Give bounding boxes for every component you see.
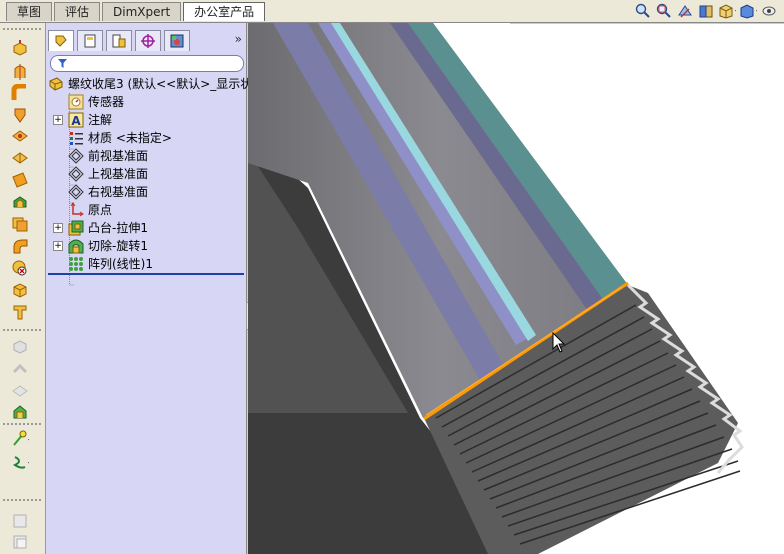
property-manager-icon[interactable] bbox=[77, 30, 103, 51]
instant3d-icon bbox=[13, 514, 27, 528]
tab-dimxpert[interactable]: DimXpert bbox=[102, 2, 182, 21]
extruded-cut-icon[interactable] bbox=[11, 106, 29, 124]
expand-toggle[interactable]: + bbox=[53, 115, 63, 125]
tree-item-label: 材质 <未指定> bbox=[88, 131, 172, 145]
tree-item-label: 前视基准面 bbox=[88, 149, 149, 163]
view-orientation-icon[interactable] bbox=[718, 3, 736, 19]
toolbar-grip[interactable] bbox=[3, 329, 41, 334]
tree-item-label: 传感器 bbox=[88, 95, 125, 109]
cut-revolve-icon bbox=[68, 239, 84, 254]
svg-text:A: A bbox=[71, 114, 81, 128]
intersect-icon[interactable] bbox=[11, 303, 29, 321]
origin-icon bbox=[70, 202, 84, 217]
revolved-boss-icon[interactable] bbox=[11, 63, 29, 81]
draft-icon[interactable] bbox=[11, 237, 29, 255]
tab-office-products[interactable]: 办公室产品 bbox=[183, 2, 266, 21]
graphics-viewport[interactable] bbox=[248, 23, 784, 554]
curves-icon[interactable] bbox=[11, 430, 29, 448]
boss-extrude-icon bbox=[68, 220, 84, 236]
mouse-cursor-icon bbox=[552, 332, 566, 353]
toolbar-grip[interactable] bbox=[3, 423, 41, 428]
dome-icon[interactable] bbox=[11, 281, 29, 299]
tree-item-label: 注解 bbox=[88, 113, 113, 127]
toolbar-grip[interactable] bbox=[3, 499, 41, 504]
tree-item-label: 右视基准面 bbox=[88, 185, 149, 199]
linear-pattern-icon bbox=[69, 257, 83, 271]
feature-manager-panel: » 螺纹收尾3 (默认<<默认>_显示状 传感器 + A 注解 材质 <未指定>… bbox=[46, 23, 252, 554]
configuration-manager-icon[interactable] bbox=[106, 30, 132, 51]
part-icon bbox=[49, 77, 63, 91]
plane-icon bbox=[68, 166, 84, 182]
sensor-icon bbox=[68, 94, 84, 110]
disabled-feature-icon bbox=[13, 340, 27, 354]
display-style-icon[interactable] bbox=[739, 3, 757, 19]
previous-view-icon[interactable] bbox=[676, 3, 694, 19]
command-manager-tab-bar: 草图 评估 DimXpert 办公室产品 bbox=[0, 0, 784, 23]
tree-item-label: 原点 bbox=[88, 203, 113, 217]
tree-item-label: 阵列(线性)1 bbox=[88, 257, 153, 271]
rib-icon[interactable] bbox=[11, 215, 29, 233]
feature-manager-icon[interactable] bbox=[48, 30, 74, 51]
zoom-to-fit-icon[interactable] bbox=[634, 3, 652, 19]
threaded-shaft-model[interactable] bbox=[248, 23, 784, 554]
plane-icon bbox=[68, 184, 84, 200]
command-toolbar bbox=[0, 23, 46, 554]
material-icon bbox=[70, 132, 83, 145]
tab-sketch[interactable]: 草图 bbox=[6, 2, 53, 21]
swept-boss-icon[interactable] bbox=[11, 84, 29, 102]
rollback-bar[interactable] bbox=[48, 273, 244, 275]
reference-geometry-icon[interactable] bbox=[11, 403, 29, 421]
tree-root-label: 螺纹收尾3 (默认<<默认>_显示状 bbox=[68, 77, 253, 91]
tab-evaluate[interactable]: 评估 bbox=[54, 2, 101, 21]
expand-toggle[interactable]: + bbox=[53, 241, 63, 251]
dimxpert-manager-icon[interactable] bbox=[135, 30, 161, 51]
disabled-feature-icon bbox=[12, 363, 28, 374]
tree-item-label: 凸台-拉伸1 bbox=[88, 221, 148, 235]
instant3d-icon bbox=[13, 535, 27, 549]
tree-filter-input[interactable] bbox=[50, 55, 244, 72]
extruded-boss-icon[interactable] bbox=[11, 40, 29, 58]
hole-wizard-icon[interactable] bbox=[11, 259, 29, 277]
toolbar-grip[interactable] bbox=[3, 28, 41, 33]
heads-up-view-toolbar bbox=[634, 3, 778, 19]
tree-item-label: 切除-旋转1 bbox=[88, 239, 148, 253]
fillet-icon[interactable] bbox=[11, 149, 29, 167]
panel-more-chevron[interactable]: » bbox=[235, 32, 242, 46]
shell-icon[interactable] bbox=[11, 193, 29, 211]
hide-show-icon[interactable] bbox=[760, 3, 778, 19]
tree-item-label: 上视基准面 bbox=[88, 167, 149, 181]
filter-icon bbox=[58, 59, 67, 68]
annotations-icon: A bbox=[68, 112, 84, 128]
panel-tab-strip bbox=[48, 30, 193, 51]
display-manager-icon[interactable] bbox=[164, 30, 190, 51]
plane-icon[interactable] bbox=[11, 171, 29, 189]
zoom-area-icon[interactable] bbox=[655, 3, 673, 19]
tab-list: 草图 评估 DimXpert 办公室产品 bbox=[6, 2, 267, 21]
disabled-feature-icon bbox=[12, 385, 28, 397]
instant3d-icon[interactable] bbox=[11, 453, 29, 471]
section-view-icon[interactable] bbox=[697, 3, 715, 19]
expand-toggle[interactable]: + bbox=[53, 223, 63, 233]
revolved-cut-icon[interactable] bbox=[11, 127, 29, 145]
plane-icon bbox=[68, 148, 84, 164]
